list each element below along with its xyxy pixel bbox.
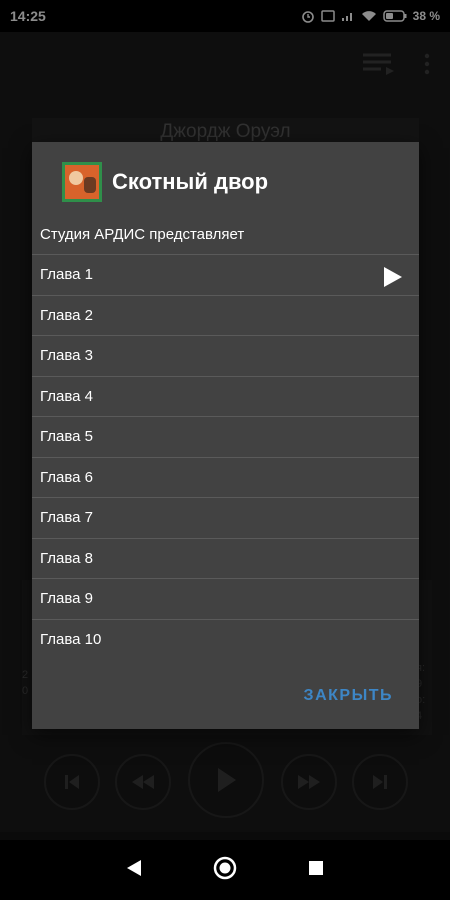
- book-cover-image: [62, 162, 102, 202]
- dialog-title: Скотный двор: [112, 169, 269, 194]
- recents-icon[interactable]: [308, 860, 324, 881]
- chapter-item[interactable]: Глава 9: [32, 579, 419, 620]
- chapter-label: Глава 4: [40, 387, 94, 405]
- dialog-subtitle: Студия АРДИС представляет: [32, 222, 419, 255]
- navigation-bar: [0, 840, 450, 900]
- chapter-item[interactable]: Глава 7: [32, 498, 419, 539]
- chapter-item[interactable]: Глава 8: [32, 539, 419, 579]
- chapter-label: Глава 8: [40, 549, 94, 567]
- back-icon[interactable]: [126, 859, 142, 882]
- chapter-list: Глава 1 Глава 2 Глава 3 Глава 4 Глава 5 …: [32, 255, 419, 660]
- chapter-item[interactable]: Глава 6: [32, 458, 419, 498]
- chapter-label: Глава 3: [40, 347, 94, 364]
- chapter-item[interactable]: Глава 1: [32, 255, 419, 296]
- chapter-item[interactable]: Глава 5: [32, 417, 419, 458]
- chapter-item[interactable]: Глава 10: [32, 620, 419, 661]
- chapter-label: Глава 7: [40, 509, 94, 526]
- chapter-label: Глава 1: [40, 266, 94, 283]
- chapter-item[interactable]: Глава 3: [32, 336, 419, 377]
- chapter-label: Глава 2: [40, 306, 94, 324]
- close-button[interactable]: ЗАКРЫТЬ: [304, 687, 393, 705]
- chapter-list-dialog: Скотный двор Студия АРДИС представляет Г…: [32, 142, 419, 729]
- chapter-item[interactable]: Глава 4: [32, 377, 419, 417]
- home-icon[interactable]: [213, 856, 237, 885]
- chapter-label: Глава 5: [40, 428, 94, 445]
- chapter-label: Глава 9: [40, 590, 94, 607]
- chapter-item[interactable]: Глава 2: [32, 296, 419, 336]
- chapter-label: Глава 10: [40, 630, 102, 648]
- dialog-header: Скотный двор: [32, 142, 419, 222]
- chapter-label: Глава 6: [40, 468, 94, 486]
